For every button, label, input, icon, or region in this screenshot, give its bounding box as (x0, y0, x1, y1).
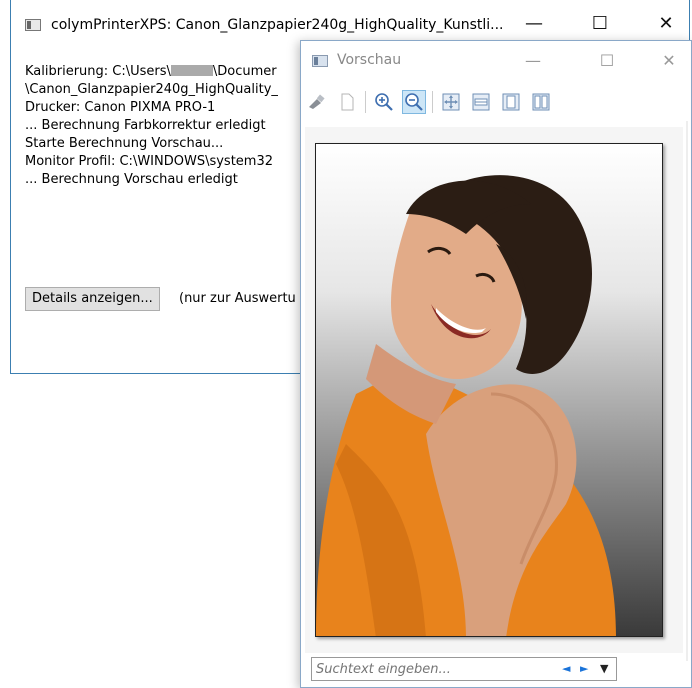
log-line-kalibrierung-suffix: \Documer (212, 64, 277, 79)
preview-window: Vorschau — ☐ ✕ Suchtext eingeben... ◄ ► … (300, 40, 692, 688)
preview-photo (315, 143, 663, 637)
vertical-scrollbar[interactable] (683, 121, 691, 661)
preview-maximize-button[interactable]: ☐ (585, 47, 629, 75)
log-line: Starte Berechnung Vorschau... (25, 136, 224, 151)
status-log: Kalibrierung: C:\Users\ \Documer \Canon_G… (25, 63, 278, 189)
search-bar: ◄ ► ▼ (311, 657, 617, 681)
preview-titlebar[interactable]: Vorschau — ☐ ✕ (301, 41, 691, 81)
preview-window-title: Vorschau (337, 52, 402, 68)
print-icon[interactable] (305, 90, 329, 114)
minimize-button[interactable]: — (511, 10, 557, 38)
zoom-out-icon[interactable] (402, 90, 426, 114)
preview-close-button[interactable]: ✕ (647, 47, 691, 75)
toolbar-separator (365, 91, 366, 113)
details-button[interactable]: Details anzeigen... (25, 287, 160, 311)
woman-portrait-image (316, 175, 616, 636)
preview-app-icon (312, 55, 328, 67)
search-input[interactable] (316, 660, 536, 678)
log-line-kalibrierung: Kalibrierung: C:\Users\ \Documer (25, 64, 277, 79)
page-icon[interactable] (335, 90, 359, 114)
log-line: Drucker: Canon PIXMA PRO-1 (25, 100, 216, 115)
log-line-kalibrierung-prefix: Kalibrierung: C:\Users\ (25, 64, 171, 79)
preview-canvas[interactable] (305, 127, 683, 653)
two-pages-icon[interactable] (529, 90, 553, 114)
toolbar-separator (432, 91, 433, 113)
redacted-username (170, 65, 213, 76)
log-line: ... Berechnung Farbkorrektur erledigt (25, 118, 266, 133)
main-window-title: colymPrinterXPS: Canon_Glanzpapier240g_H… (51, 17, 504, 33)
single-page-icon[interactable] (499, 90, 523, 114)
close-button[interactable]: ✕ (643, 10, 689, 38)
fit-width-icon[interactable] (469, 90, 493, 114)
details-note: (nur zur Auswertu (179, 291, 296, 306)
log-line: \Canon_Glanzpapier240g_HighQuality_ (25, 82, 278, 97)
search-next-button[interactable]: ► (580, 662, 588, 675)
zoom-in-icon[interactable] (372, 90, 396, 114)
app-icon (25, 19, 41, 31)
search-options-dropdown[interactable]: ▼ (600, 662, 608, 675)
preview-minimize-button[interactable]: — (511, 47, 555, 75)
scrollbar-track[interactable] (686, 121, 688, 661)
maximize-button[interactable]: ☐ (577, 10, 623, 38)
main-titlebar[interactable]: colymPrinterXPS: Canon_Glanzpapier240g_H… (11, 0, 689, 38)
preview-toolbar (305, 87, 690, 117)
log-line: Monitor Profil: C:\WINDOWS\system32 (25, 154, 274, 169)
fit-page-icon[interactable] (439, 90, 463, 114)
log-line: ... Berechnung Vorschau erledigt (25, 172, 238, 187)
search-prev-button[interactable]: ◄ (562, 662, 570, 675)
